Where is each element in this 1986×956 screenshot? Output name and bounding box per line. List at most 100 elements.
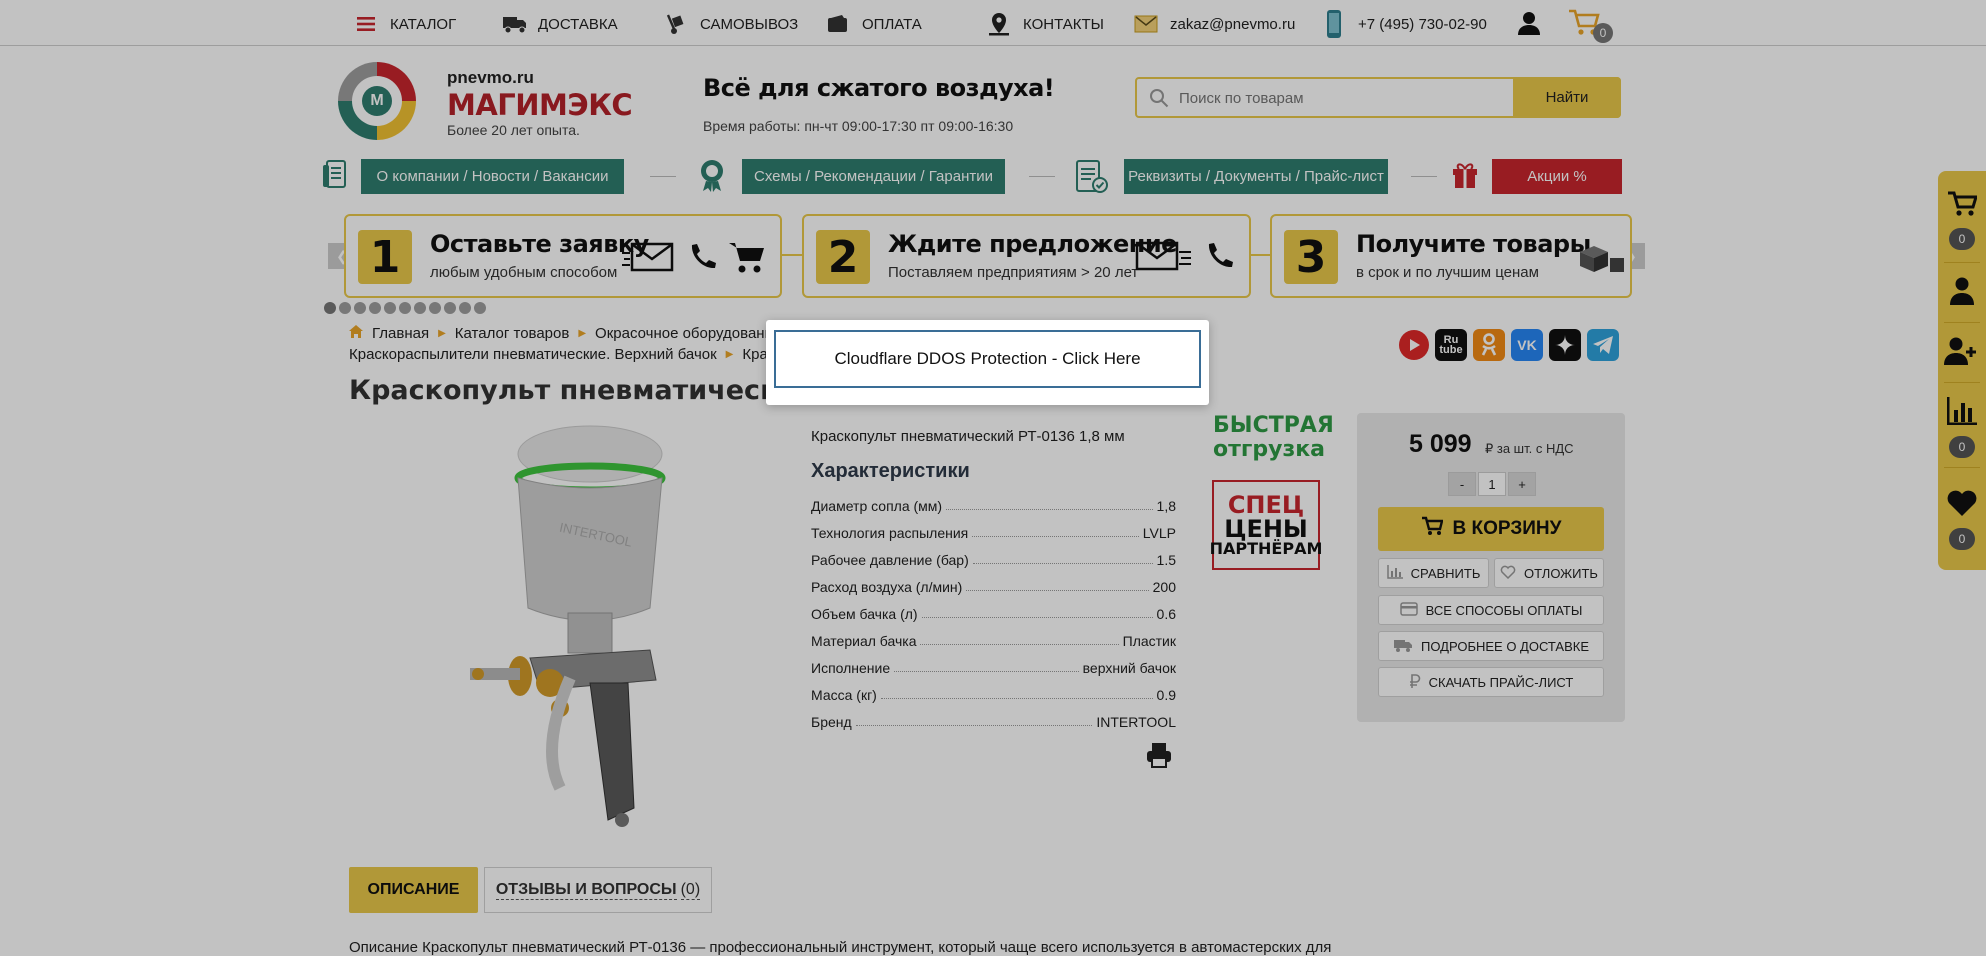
side-compare-button[interactable]: 0 [1938, 397, 1986, 458]
truck-icon [1393, 638, 1413, 655]
hand-truck-icon [664, 13, 688, 35]
price-unit: ₽ за шт. с НДС [1485, 441, 1574, 456]
side-register-button[interactable] [1938, 337, 1986, 370]
nav-divider [1029, 176, 1055, 177]
cart-icon [1947, 191, 1979, 222]
add-to-cart-button[interactable]: В КОРЗИНУ [1378, 507, 1604, 551]
badge-line-1: СПЕЦ [1227, 491, 1305, 519]
qty-plus-button[interactable]: + [1508, 472, 1536, 496]
user-icon [1949, 277, 1975, 310]
spec-value: верхний бачок [1082, 660, 1176, 676]
spec-row: Рабочее давление (бар) 1.5 [811, 548, 1176, 568]
telegram-icon[interactable] [1587, 329, 1619, 361]
qty-input[interactable]: 1 [1478, 472, 1506, 496]
carousel-dot[interactable] [384, 302, 396, 314]
price-list-button[interactable]: СКАЧАТЬ ПРАЙС-ЛИСТ [1378, 667, 1604, 697]
youtube-icon[interactable] [1398, 329, 1430, 361]
working-hours: Время работы: пн-чт 09:00-17:30 пт 09:00… [703, 118, 1014, 134]
tab-reviews[interactable]: ОТЗЫВЫ И ВОПРОСЫ (0) [484, 867, 712, 913]
catalog-label: КАТАЛОГ [390, 15, 457, 33]
zen-icon[interactable] [1549, 329, 1581, 361]
carousel-dot[interactable] [414, 302, 426, 314]
defer-button[interactable]: ОТЛОЖИТЬ [1494, 558, 1604, 588]
spec-value: INTERTOOL [1096, 714, 1176, 730]
payment-methods-label: ВСЕ СПОСОБЫ ОПЛАТЫ [1425, 602, 1583, 618]
print-icon[interactable] [1145, 741, 1173, 769]
carousel-dot[interactable] [474, 302, 486, 314]
nav-about[interactable]: О компании / Новости / Вакансии [361, 159, 624, 194]
vk-icon[interactable]: VK [1511, 329, 1543, 361]
delivery-link[interactable]: ДОСТАВКА [502, 12, 618, 36]
qty-minus-button[interactable]: - [1448, 472, 1476, 496]
nav-promo[interactable]: Акции % [1492, 159, 1622, 194]
breadcrumb-painting[interactable]: Окрасочное оборудование [595, 325, 781, 342]
carousel-dot[interactable] [444, 302, 456, 314]
search-input[interactable] [1179, 85, 1499, 111]
nav-docs[interactable]: Реквизиты / Документы / Прайс-лист [1124, 159, 1388, 194]
credit-card-icon [1399, 601, 1418, 619]
rutube-label: Ru tube [1439, 334, 1463, 356]
step-card-1: 1 Оставьте заявку любым удобным способом [344, 214, 782, 298]
nav-schemes[interactable]: Схемы / Рекомендации / Гарантии [742, 159, 1005, 194]
breadcrumb-sprayers[interactable]: Краскораспылители пневматические. Верхни… [349, 346, 717, 363]
logo[interactable]: M [338, 62, 416, 140]
carousel-dot[interactable] [339, 302, 351, 314]
odnoklassniki-icon[interactable] [1473, 329, 1505, 361]
rutube-icon[interactable]: Ru tube [1435, 329, 1467, 361]
pickup-link[interactable]: САМОВЫВОЗ [664, 12, 798, 36]
side-divider [1944, 467, 1980, 468]
breadcrumb-arrow-icon: ▶ [725, 349, 734, 360]
search-button[interactable]: Найти [1513, 77, 1621, 118]
step-title: Получите товары [1356, 230, 1591, 258]
contacts-link[interactable]: КОНТАКТЫ [987, 12, 1104, 36]
payment-methods-button[interactable]: ВСЕ СПОСОБЫ ОПЛАТЫ [1378, 595, 1604, 625]
carousel-dot[interactable] [369, 302, 381, 314]
spec-row: Диаметр сопла (мм) 1,8 [811, 494, 1176, 514]
spec-row: Технология распыления LVLP [811, 521, 1176, 541]
carousel-dot[interactable] [429, 302, 441, 314]
payment-link[interactable]: ОПЛАТА [826, 12, 922, 36]
spec-value: LVLP [1142, 525, 1176, 541]
compare-button[interactable]: СРАВНИТЬ [1378, 558, 1489, 588]
user-icon[interactable] [1517, 11, 1541, 35]
cart-icon[interactable]: 0 [1568, 8, 1613, 44]
side-divider [1944, 322, 1980, 323]
search-form: Найти [1135, 77, 1621, 118]
contacts-label: КОНТАКТЫ [1023, 15, 1104, 33]
page-dim-overlay [0, 0, 1986, 956]
site-domain: pnevmo.ru [447, 68, 534, 87]
home-icon [349, 325, 363, 342]
phone-text: +7 (495) 730-02-90 [1358, 15, 1487, 33]
side-favorites-button[interactable]: 0 [1938, 489, 1986, 550]
breadcrumb-catalog[interactable]: Каталог товаров [455, 325, 570, 342]
side-cart-button[interactable]: 0 [1938, 191, 1986, 250]
price-list-label: СКАЧАТЬ ПРАЙС-ЛИСТ [1428, 674, 1574, 690]
step-number: 2 [816, 230, 870, 284]
carousel-dot[interactable] [324, 302, 336, 314]
spec-value: 1.5 [1156, 552, 1176, 568]
pickup-label: САМОВЫВОЗ [700, 15, 799, 33]
wallet-icon [826, 13, 850, 35]
step-connector [782, 254, 802, 256]
carousel-dot[interactable] [459, 302, 471, 314]
tab-description[interactable]: ОПИСАНИЕ [349, 867, 478, 913]
map-pin-icon [987, 13, 1011, 36]
catalog-link[interactable]: КАТАЛОГ [354, 12, 456, 36]
carousel-dot[interactable] [399, 302, 411, 314]
breadcrumb-home[interactable]: Главная [372, 325, 429, 342]
defer-label: ОТЛОЖИТЬ [1524, 565, 1598, 581]
spec-row: Масса (кг) 0.9 [811, 683, 1176, 703]
delivery-info-button[interactable]: ПОДРОБНЕЕ О ДОСТАВКЕ [1378, 631, 1604, 661]
user-add-icon [1944, 337, 1980, 370]
phone-link[interactable]: +7 (495) 730-02-90 [1322, 10, 1487, 38]
carousel-dot[interactable] [354, 302, 366, 314]
nav-divider [650, 176, 676, 177]
side-account-button[interactable] [1938, 277, 1986, 310]
fast-line-2: отгрузка [1213, 437, 1326, 462]
badge-line-3: ПАРТНЁРАМ [1209, 539, 1323, 558]
ddos-protection-button[interactable]: Cloudflare DDOS Protection - Click Here [774, 330, 1201, 388]
partner-prices-badge[interactable]: СПЕЦ ЦЕНЫ ПАРТНЁРАМ [1209, 480, 1323, 570]
step-card-2: 2 Ждите предложение Поставляем предприят… [802, 214, 1251, 298]
email-link[interactable]: zakaz@pnevmo.ru [1134, 12, 1295, 36]
product-image[interactable]: INTERTOOL [450, 418, 690, 830]
